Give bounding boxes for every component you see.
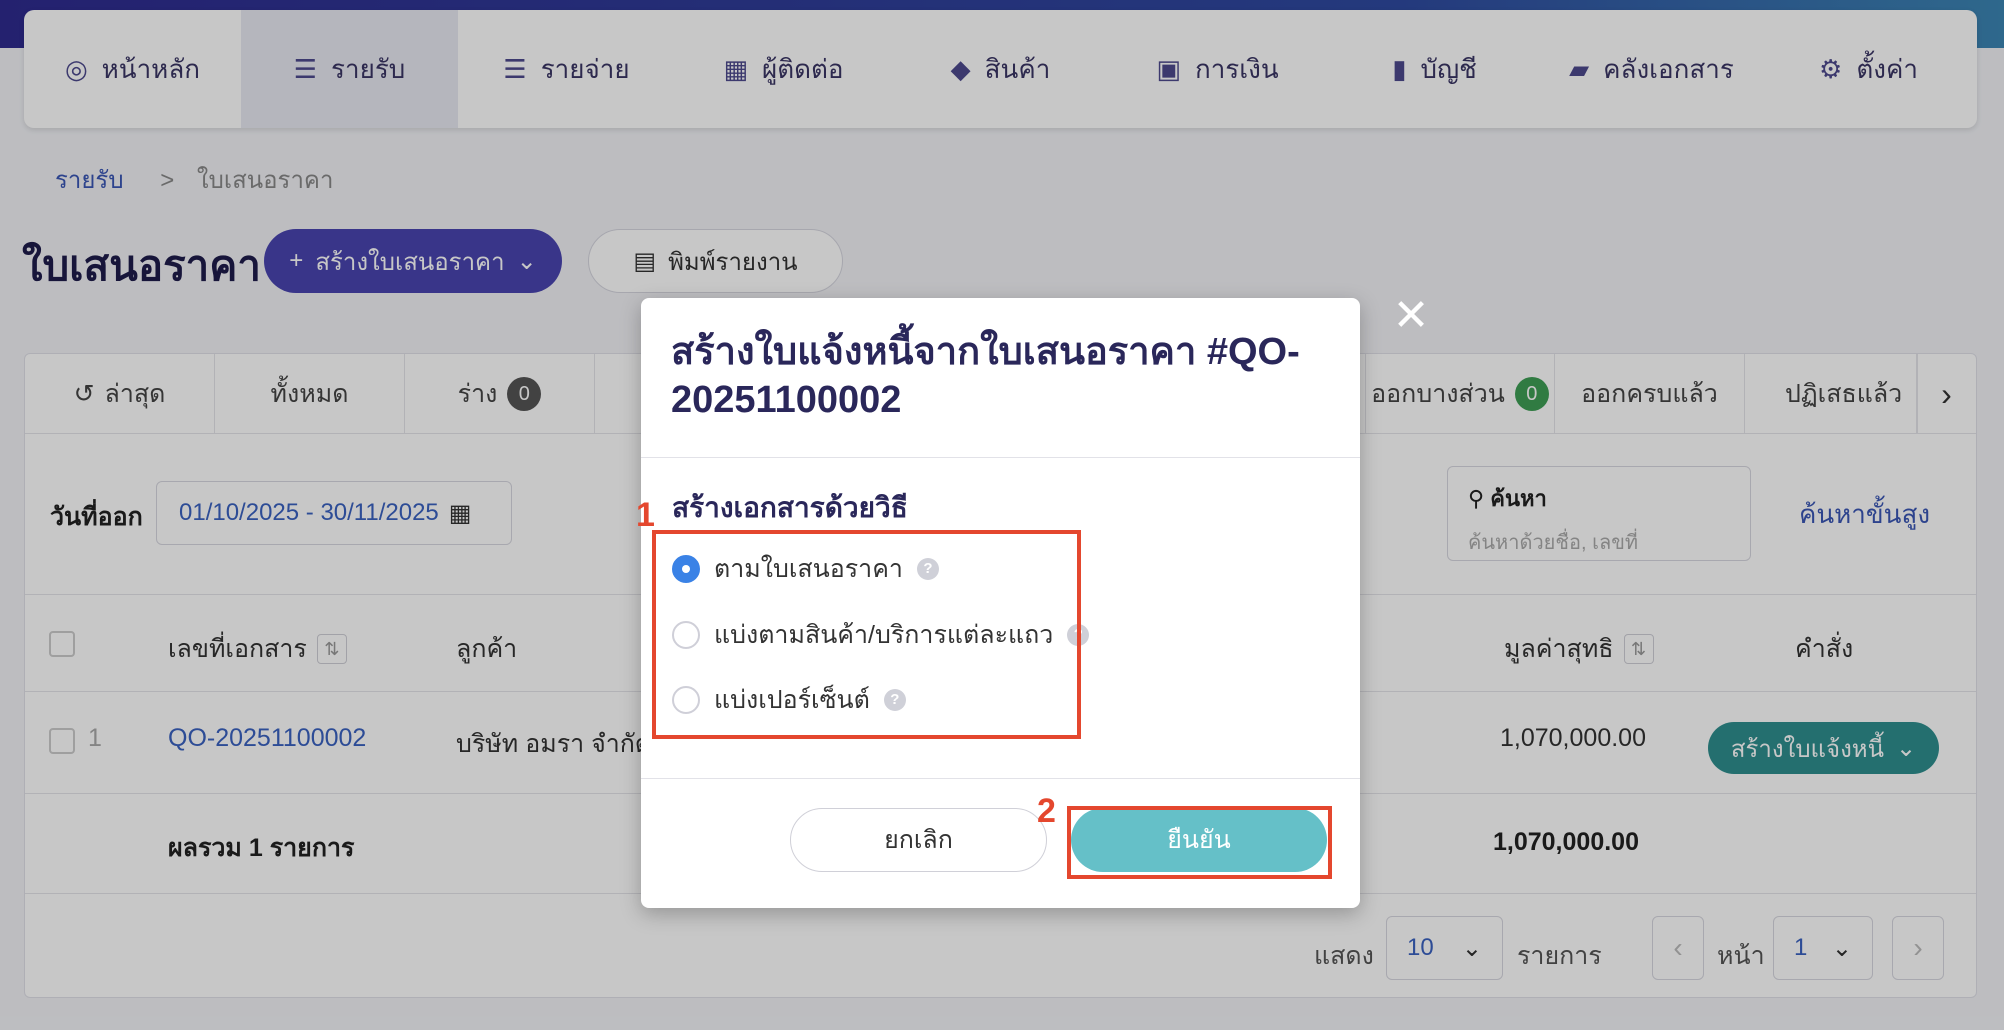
divider [641,457,1360,458]
method-label: สร้างเอกสารด้วยวิธี [672,492,908,523]
highlight-box-options [652,530,1081,739]
divider [641,778,1360,779]
close-icon[interactable]: ✕ [1391,294,1431,338]
highlight-box-confirm [1067,806,1332,879]
cancel-button[interactable]: ยกเลิก [790,808,1047,872]
step-number-2: 2 [1037,792,1056,830]
step-number-1: 1 [636,496,655,534]
dialog-title: สร้างใบแจ้งหนี้จากใบเสนอราคา #QO-2025110… [671,331,1300,421]
